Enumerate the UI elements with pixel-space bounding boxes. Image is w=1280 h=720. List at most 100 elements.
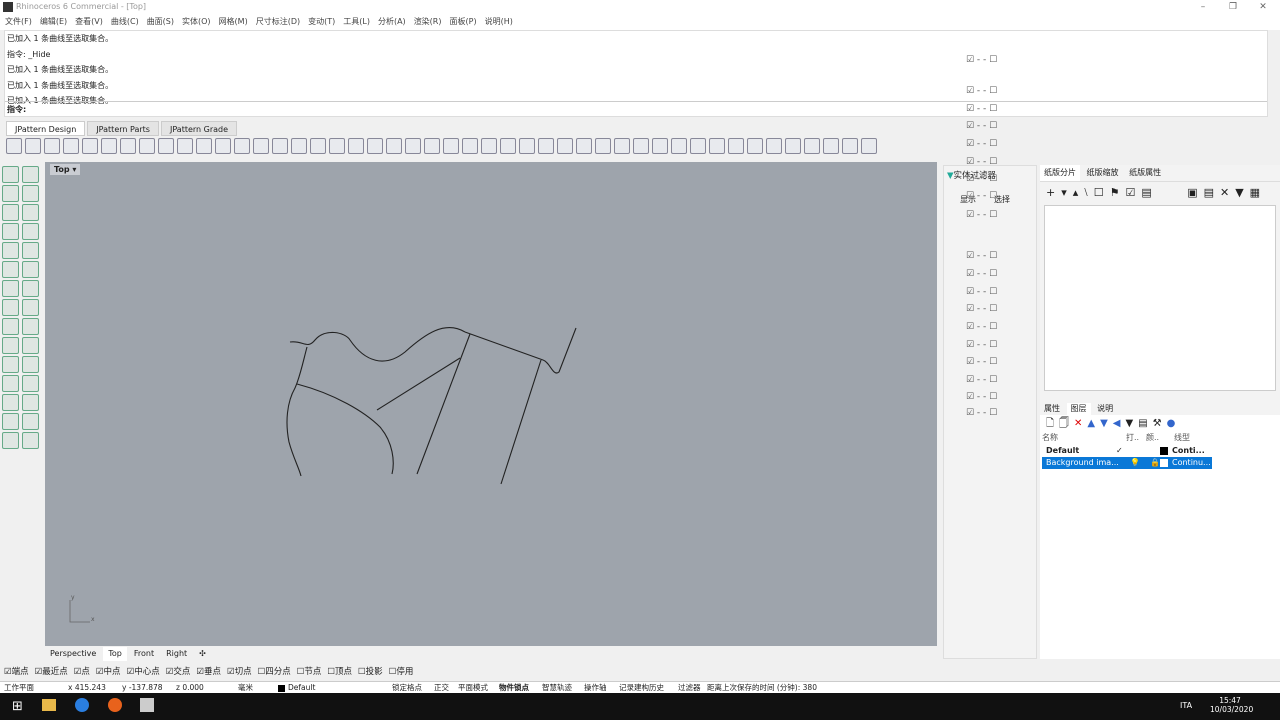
tool-button[interactable] bbox=[614, 138, 630, 154]
tool-button[interactable] bbox=[709, 138, 725, 154]
tool-button[interactable] bbox=[804, 138, 820, 154]
menu-item[interactable]: 变动(T) bbox=[308, 14, 335, 30]
tool-button[interactable] bbox=[22, 318, 39, 335]
menu-item[interactable]: 实体(O) bbox=[182, 14, 211, 30]
tool-button[interactable] bbox=[652, 138, 668, 154]
viewport-top[interactable]: Top ▾ y x bbox=[45, 162, 937, 646]
edge-icon[interactable] bbox=[75, 698, 89, 712]
tool-button[interactable] bbox=[6, 138, 22, 154]
tool-button[interactable] bbox=[348, 138, 364, 154]
filter-row[interactable]: ☑ - - ☐ bbox=[966, 269, 997, 279]
tool-button[interactable] bbox=[120, 138, 136, 154]
tool-button[interactable] bbox=[234, 138, 250, 154]
file-explorer-icon[interactable] bbox=[42, 699, 56, 711]
filter-row[interactable]: ☑ - - ☐ bbox=[966, 340, 997, 350]
clock[interactable]: 15:47 10/03/2020 bbox=[1210, 696, 1253, 714]
firefox-icon[interactable] bbox=[108, 698, 122, 712]
tool-button[interactable] bbox=[2, 223, 19, 240]
menu-item[interactable]: 工具(L) bbox=[343, 14, 370, 30]
menu-item[interactable]: 曲面(S) bbox=[147, 14, 174, 30]
tool-button[interactable] bbox=[671, 138, 687, 154]
menu-item[interactable]: 渲染(R) bbox=[414, 14, 442, 30]
tool-button[interactable] bbox=[22, 223, 39, 240]
tab-layers[interactable]: 图层 bbox=[1066, 403, 1091, 415]
filter-row[interactable]: ☑ - - ☐ bbox=[966, 157, 997, 167]
tool-button[interactable] bbox=[2, 280, 19, 297]
tool-button[interactable] bbox=[139, 138, 155, 154]
layer-row-selected[interactable]: Background ima... 💡 🔒 Continu... bbox=[1042, 457, 1212, 469]
rhino-taskbar-icon[interactable] bbox=[140, 698, 154, 712]
tool-button[interactable] bbox=[22, 432, 39, 449]
tool-button[interactable] bbox=[25, 138, 41, 154]
layer-toolbar[interactable]: 🗋🗍✕▲▼◀▼▤⚒● bbox=[1046, 416, 1180, 433]
tool-button[interactable] bbox=[22, 280, 39, 297]
menu-item[interactable]: 编辑(E) bbox=[40, 14, 67, 30]
tool-button[interactable] bbox=[22, 356, 39, 373]
osnap-checkbox[interactable]: ☐顶点 bbox=[327, 665, 352, 680]
tool-button[interactable] bbox=[728, 138, 744, 154]
tool-button[interactable] bbox=[310, 138, 326, 154]
tool-button[interactable] bbox=[2, 394, 19, 411]
tool-button[interactable] bbox=[44, 138, 60, 154]
filter-row[interactable]: ☑ - - ☐ bbox=[966, 121, 997, 131]
tool-button[interactable] bbox=[405, 138, 421, 154]
tool-button[interactable] bbox=[747, 138, 763, 154]
osnap-checkbox[interactable]: ☑垂点 bbox=[196, 665, 221, 680]
osnap-checkbox[interactable]: ☑点 bbox=[74, 665, 90, 680]
tab-front[interactable]: Front bbox=[129, 647, 159, 661]
tab-jpattern-grade[interactable]: JPattern Grade bbox=[160, 121, 238, 136]
tool-button[interactable] bbox=[22, 242, 39, 259]
tool-button[interactable] bbox=[2, 185, 19, 202]
menu-item[interactable]: 尺寸标注(D) bbox=[256, 14, 300, 30]
maximize-button[interactable]: ❐ bbox=[1218, 0, 1248, 14]
filter-row[interactable]: ☑ - - ☐ bbox=[966, 375, 997, 385]
tool-button[interactable] bbox=[2, 261, 19, 278]
tool-button[interactable] bbox=[22, 337, 39, 354]
filter-row[interactable]: ☑ - - ☐ bbox=[966, 191, 997, 201]
start-icon[interactable]: ⊞ bbox=[12, 699, 23, 714]
tool-button[interactable] bbox=[861, 138, 877, 154]
add-viewport-icon[interactable]: ✣ bbox=[194, 647, 211, 661]
tool-button[interactable] bbox=[443, 138, 459, 154]
tool-button[interactable] bbox=[2, 299, 19, 316]
filter-row[interactable]: ☑ - - ☐ bbox=[966, 174, 997, 184]
bulb-icon[interactable]: 💡 bbox=[1130, 457, 1150, 469]
minimize-button[interactable]: – bbox=[1188, 0, 1218, 14]
tool-button[interactable] bbox=[2, 413, 19, 430]
osnap-checkbox[interactable]: ☑最近点 bbox=[35, 665, 68, 680]
tab-perspective[interactable]: Perspective bbox=[45, 647, 101, 661]
tool-button[interactable] bbox=[2, 432, 19, 449]
tool-button[interactable] bbox=[22, 394, 39, 411]
osnap-checkbox[interactable]: ☑端点 bbox=[4, 665, 29, 680]
tab-jpattern-design[interactable]: JPattern Design bbox=[6, 121, 86, 136]
filter-row[interactable]: ☑ - - ☐ bbox=[966, 357, 997, 367]
menu-item[interactable]: 说明(H) bbox=[485, 14, 513, 30]
language-indicator[interactable]: ITA bbox=[1180, 701, 1192, 710]
tool-button[interactable] bbox=[22, 185, 39, 202]
tool-button[interactable] bbox=[2, 356, 19, 373]
tool-button[interactable] bbox=[462, 138, 478, 154]
tool-button[interactable] bbox=[2, 375, 19, 392]
tool-button[interactable] bbox=[63, 138, 79, 154]
filter-row[interactable]: ☑ - - ☐ bbox=[966, 251, 997, 261]
layer-row[interactable]: Default ✓ Conti... bbox=[1042, 445, 1212, 457]
tool-button[interactable] bbox=[557, 138, 573, 154]
tool-button[interactable] bbox=[2, 242, 19, 259]
tool-button[interactable] bbox=[2, 318, 19, 335]
tool-button[interactable] bbox=[766, 138, 782, 154]
tool-button[interactable] bbox=[595, 138, 611, 154]
tool-button[interactable] bbox=[424, 138, 440, 154]
tool-button[interactable] bbox=[253, 138, 269, 154]
pattern-toolbar[interactable]: +▾▴⧵☐⚑☑▤ ▣▤✕▼▦ bbox=[1046, 186, 1266, 200]
osnap-checkbox[interactable]: ☐停用 bbox=[389, 665, 414, 680]
filter-row[interactable]: ☑ - - ☐ bbox=[966, 55, 997, 65]
menu-item[interactable]: 面板(P) bbox=[450, 14, 477, 30]
filter-row[interactable]: ☑ - - ☐ bbox=[966, 139, 997, 149]
menu-item[interactable]: 曲线(C) bbox=[111, 14, 139, 30]
tool-button[interactable] bbox=[823, 138, 839, 154]
tool-button[interactable] bbox=[101, 138, 117, 154]
tool-button[interactable] bbox=[538, 138, 554, 154]
filter-row[interactable]: ☑ - - ☐ bbox=[966, 408, 997, 418]
tool-button[interactable] bbox=[215, 138, 231, 154]
tool-button[interactable] bbox=[291, 138, 307, 154]
